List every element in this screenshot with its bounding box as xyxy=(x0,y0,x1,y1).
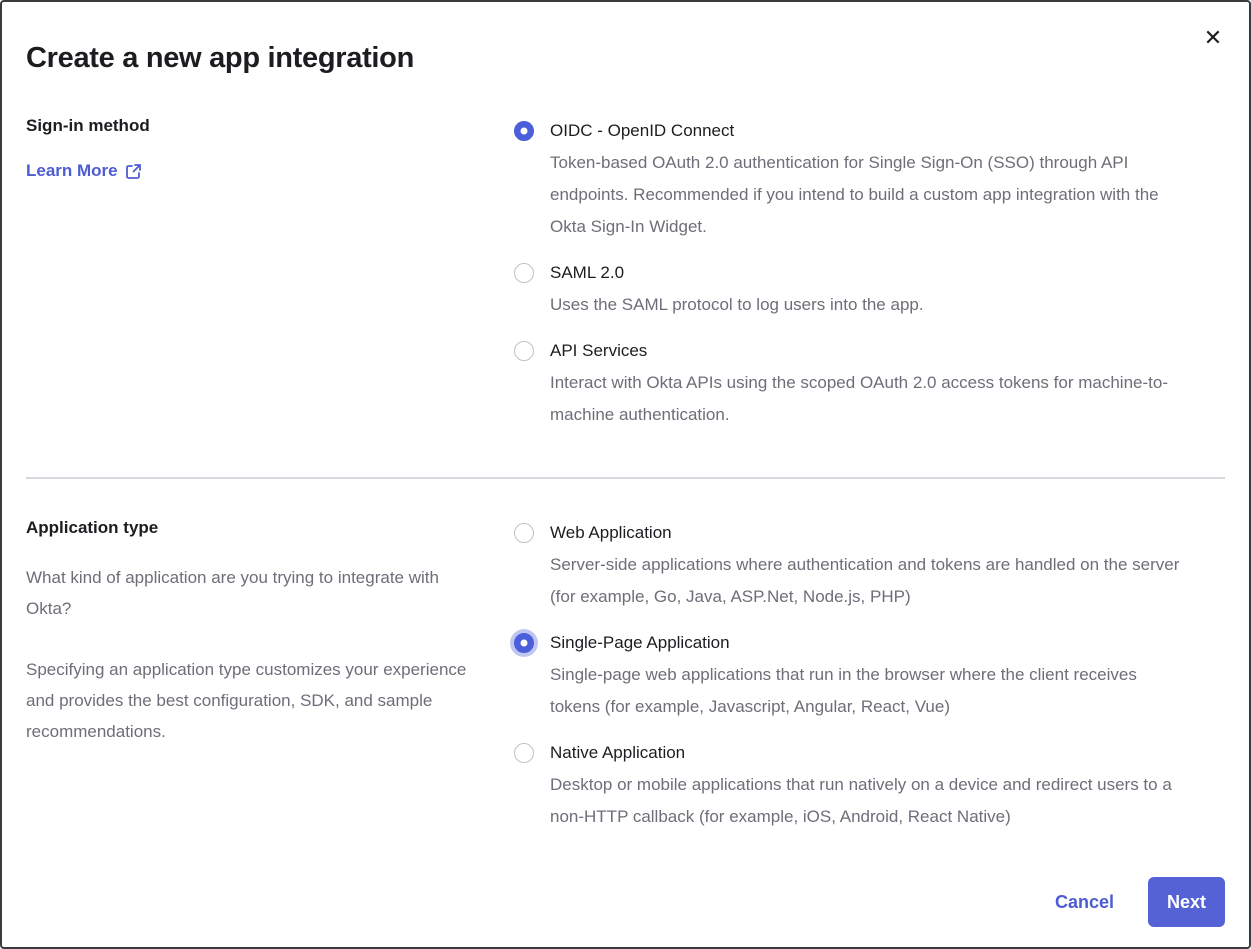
learn-more-link[interactable]: Learn More xyxy=(26,161,142,181)
create-app-integration-dialog: ✕ Create a new app integration Sign-in m… xyxy=(0,0,1251,949)
radio-single-page-application[interactable] xyxy=(514,633,534,653)
learn-more-label: Learn More xyxy=(26,161,118,181)
close-icon[interactable]: ✕ xyxy=(1199,24,1227,52)
signin-method-section: Sign-in method Learn More OIDC - OpenID … xyxy=(26,115,1225,431)
option-saml-description: Uses the SAML protocol to log users into… xyxy=(550,289,1186,321)
option-native-application-label[interactable]: Native Application xyxy=(550,737,1186,769)
option-saml-label[interactable]: SAML 2.0 xyxy=(550,257,1186,289)
option-single-page-application[interactable]: Single-Page Application Single-page web … xyxy=(514,627,1186,723)
dialog-footer: Cancel Next xyxy=(26,877,1225,927)
option-api-services-description: Interact with Okta APIs using the scoped… xyxy=(550,367,1186,431)
application-type-description-1: What kind of application are you trying … xyxy=(26,562,474,624)
option-web-application[interactable]: Web Application Server-side applications… xyxy=(514,517,1186,613)
option-api-services[interactable]: API Services Interact with Okta APIs usi… xyxy=(514,335,1186,431)
dialog-title: Create a new app integration xyxy=(26,42,1225,75)
option-oidc-description: Token-based OAuth 2.0 authentication for… xyxy=(550,147,1186,243)
option-single-page-application-label[interactable]: Single-Page Application xyxy=(550,627,1186,659)
option-oidc[interactable]: OIDC - OpenID Connect Token-based OAuth … xyxy=(514,115,1186,243)
radio-oidc[interactable] xyxy=(514,121,534,141)
application-type-description-2: Specifying an application type customize… xyxy=(26,654,474,747)
application-type-radio-group: Web Application Server-side applications… xyxy=(514,517,1186,833)
radio-native-application[interactable] xyxy=(514,743,534,763)
section-divider xyxy=(26,477,1225,479)
signin-method-radio-group: OIDC - OpenID Connect Token-based OAuth … xyxy=(514,115,1186,431)
cancel-button[interactable]: Cancel xyxy=(1055,892,1114,913)
signin-method-label: Sign-in method xyxy=(26,115,474,137)
option-saml[interactable]: SAML 2.0 Uses the SAML protocol to log u… xyxy=(514,257,1186,321)
option-oidc-label[interactable]: OIDC - OpenID Connect xyxy=(550,115,1186,147)
option-single-page-application-description: Single-page web applications that run in… xyxy=(550,659,1186,723)
option-web-application-label[interactable]: Web Application xyxy=(550,517,1186,549)
option-native-application-description: Desktop or mobile applications that run … xyxy=(550,769,1186,833)
option-native-application[interactable]: Native Application Desktop or mobile app… xyxy=(514,737,1186,833)
option-web-application-description: Server-side applications where authentic… xyxy=(550,549,1186,613)
external-link-icon xyxy=(125,163,142,180)
radio-api-services[interactable] xyxy=(514,341,534,361)
radio-web-application[interactable] xyxy=(514,523,534,543)
option-api-services-label[interactable]: API Services xyxy=(550,335,1186,367)
next-button[interactable]: Next xyxy=(1148,877,1225,927)
application-type-section: Application type What kind of applicatio… xyxy=(26,517,1225,833)
application-type-label: Application type xyxy=(26,517,474,539)
radio-saml[interactable] xyxy=(514,263,534,283)
